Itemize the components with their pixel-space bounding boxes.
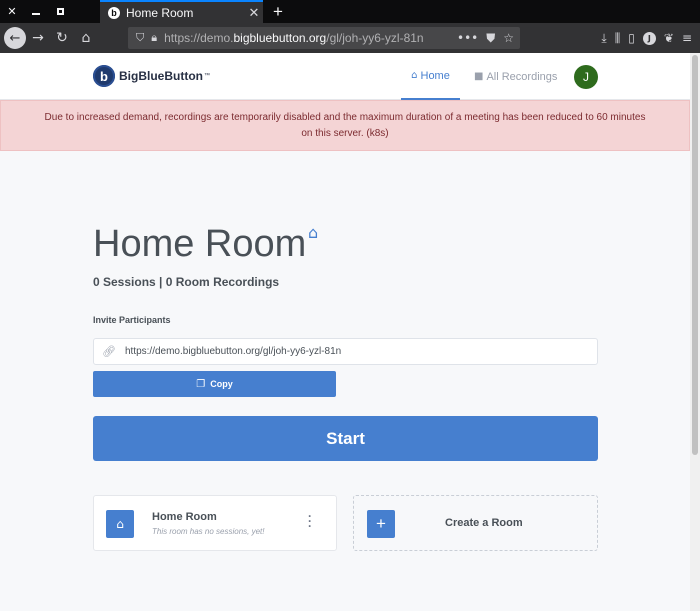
tab-title: Home Room xyxy=(126,5,194,20)
pocket-icon[interactable]: ⛊ xyxy=(486,31,495,46)
new-tab-plus-icon[interactable]: + xyxy=(268,0,288,23)
extension-j-icon[interactable]: J xyxy=(642,31,656,45)
bookmark-star-icon[interactable]: ☆ xyxy=(503,31,514,45)
start-button[interactable]: Start xyxy=(93,416,598,461)
room-card-subtitle: This room has no sessions, yet! xyxy=(152,527,265,536)
home-icon: ⌂ xyxy=(411,70,418,81)
copy-button[interactable]: ❐ Copy xyxy=(93,371,336,397)
forward-arrow-icon[interactable]: → xyxy=(26,23,50,53)
invite-url-text: https://demo.bigbluebutton.org/gl/joh-yy… xyxy=(124,346,342,357)
web-page: b BigBlueButton ™ ⌂ Home ■ All Recordings… xyxy=(0,53,700,611)
extension-gnu-icon[interactable]: ❦ xyxy=(664,31,674,45)
library-icon[interactable]: ⫼ xyxy=(615,31,621,46)
nav-all-recordings-link[interactable]: ■ All Recordings xyxy=(474,53,557,100)
lock-icon[interactable]: 🔒︎ xyxy=(151,31,157,45)
page-title: Home Room xyxy=(93,223,307,265)
room-options-menu-icon[interactable]: · · · xyxy=(304,510,316,532)
bigbluebutton-favicon-icon: b xyxy=(108,6,120,19)
copy-icon: ❐ xyxy=(196,378,206,390)
back-arrow-icon[interactable]: ← xyxy=(4,27,26,49)
create-room-label: Create a Room xyxy=(445,517,523,529)
url-text[interactable]: https://demo.bigbluebutton.org/gl/joh-yy… xyxy=(164,31,457,45)
room-card-name: Home Room xyxy=(152,511,217,523)
home-icon[interactable]: ⌂ xyxy=(74,23,98,53)
plus-icon: + xyxy=(367,510,395,538)
room-card-home-room[interactable]: ⌂ Home Room This room has no sessions, y… xyxy=(93,495,337,551)
download-icon[interactable]: ⤓ xyxy=(601,31,606,46)
user-avatar[interactable]: J xyxy=(574,65,598,89)
create-room-card[interactable]: + Create a Room xyxy=(353,495,598,551)
site-header: b BigBlueButton ™ ⌂ Home ■ All Recordings… xyxy=(0,53,690,100)
shield-icon[interactable]: ⛉ xyxy=(136,31,144,45)
reload-icon[interactable]: ↻ xyxy=(50,23,74,53)
url-bar[interactable]: ⛉ 🔒︎ https://demo.bigbluebutton.org/gl/j… xyxy=(128,27,520,49)
page-actions-ellipsis-icon[interactable]: ••• xyxy=(457,31,478,45)
video-camera-icon: ■ xyxy=(474,71,484,82)
home-icon: ⌂ xyxy=(308,223,319,242)
bigbluebutton-logo[interactable]: b BigBlueButton ™ xyxy=(93,65,210,87)
home-icon: ⌂ xyxy=(106,510,134,538)
alert-banner: Due to increased demand, recordings are … xyxy=(0,100,690,151)
menu-hamburger-icon[interactable]: ≡ xyxy=(682,31,692,45)
minimize-window-icon[interactable] xyxy=(24,0,48,23)
browser-tab-home-room[interactable]: b Home Room ✕ xyxy=(100,0,263,23)
tab-close-icon[interactable]: ✕ xyxy=(245,5,263,21)
scrollbar-thumb[interactable] xyxy=(692,55,698,455)
browser-toolbar-icons: ⤓ ⫼ ▯ J ❦ ≡ xyxy=(601,23,692,53)
logo-text: BigBlueButton xyxy=(119,69,203,83)
invite-participants-label: Invite Participants xyxy=(93,315,171,325)
maximize-window-icon[interactable] xyxy=(48,0,72,23)
room-stats: 0 Sessions | 0 Room Recordings xyxy=(93,275,280,289)
nav-home-link[interactable]: ⌂ Home xyxy=(401,53,460,100)
close-window-icon[interactable]: ✕ xyxy=(0,0,24,23)
invite-url-field[interactable]: 🔗︎ https://demo.bigbluebutton.org/gl/joh… xyxy=(93,338,598,365)
bigbluebutton-logo-icon: b xyxy=(93,65,115,87)
link-icon: 🔗︎ xyxy=(102,345,116,358)
page-scrollbar[interactable] xyxy=(690,53,700,611)
sidebar-icon[interactable]: ▯ xyxy=(628,31,635,45)
